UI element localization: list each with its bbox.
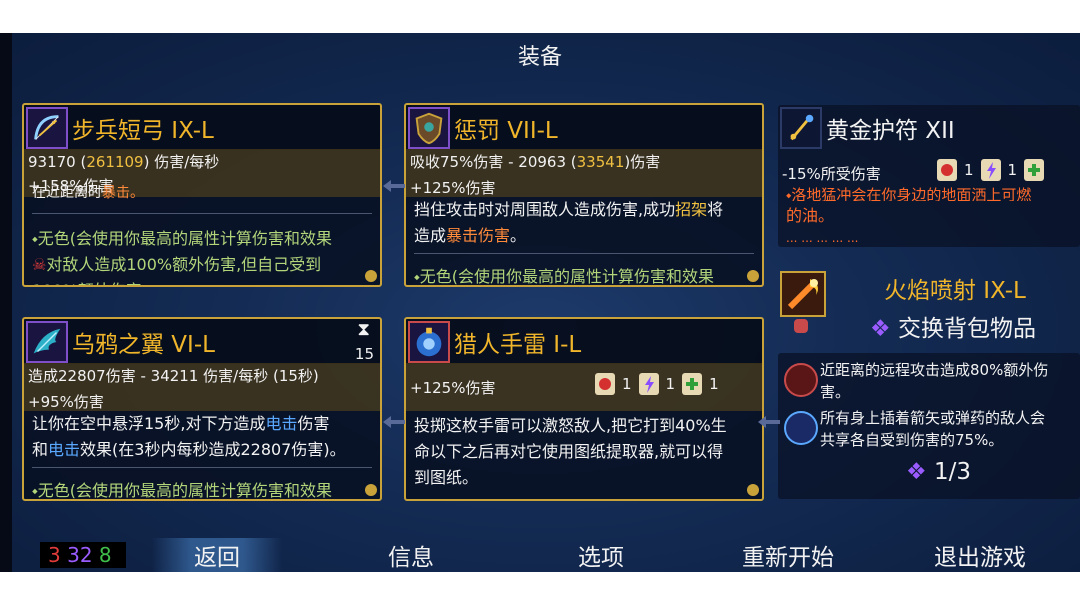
gold-corner-icon bbox=[747, 484, 759, 496]
item-bonus: +125%伤害 bbox=[410, 179, 496, 197]
swap-arrow-icon bbox=[383, 416, 405, 428]
item-name: 乌鸦之翼 VI-L bbox=[72, 332, 215, 358]
affix-colorless: ⬩无色(会使用你最高的属性计算伤害和效果 bbox=[32, 229, 333, 248]
skull-icon: ☠ bbox=[32, 255, 47, 274]
item-desc-clipped: 在近距离时暴击。 bbox=[32, 185, 144, 199]
item-name: 步兵短弓 IX-L bbox=[72, 118, 214, 144]
hourglass-icon: ⧗ bbox=[357, 319, 370, 340]
restart-button[interactable]: 重新开始 bbox=[742, 538, 834, 572]
mutation-desc-2: 所有身上插着箭矢或弹药的敌人会 共享各自受到伤害的75%。 bbox=[820, 409, 1046, 449]
skull-small-icon bbox=[794, 319, 808, 333]
weapon-card-punishment[interactable]: 惩罚 VII-L 吸收75%伤害 - 20963 (33541)伤害 +125%… bbox=[404, 103, 764, 287]
item-desc: 让你在空中悬浮15秒,对下方造成电击伤害 和电击效果(在3秒内每秒造成22807… bbox=[32, 414, 346, 459]
weapon-card-bow[interactable]: 步兵短弓 IX-L 93170 (261109) 伤害/每秒 +158%伤害 在… bbox=[22, 103, 382, 287]
brutality-scroll-icon bbox=[937, 159, 957, 181]
swap-arrow-icon bbox=[758, 416, 780, 428]
amulet-icon bbox=[780, 107, 822, 149]
tactics-count: 32 bbox=[67, 543, 93, 567]
affix-colorless: ⬩无色(会使用你最高的属性计算伤害和效果 bbox=[414, 267, 715, 286]
survival-count: 8 bbox=[98, 543, 112, 567]
item-dps: 93170 (261109) 伤害/每秒 bbox=[28, 153, 220, 171]
info-button[interactable]: 信息 bbox=[388, 538, 434, 572]
crow-wings-icon bbox=[26, 321, 68, 363]
skill-card-hunter-grenade[interactable]: 猎人手雷 I-L +125%伤害 1 1 1 投掷这枚手雷可以激怒敌人,把它打到… bbox=[404, 317, 764, 501]
game-screen: 装备 步兵短弓 IX-L 93170 (261109) 伤害/每秒 +158%伤… bbox=[0, 33, 1080, 572]
scroll-count: 1 bbox=[709, 375, 719, 393]
survival-scroll-icon bbox=[682, 373, 703, 395]
cooldown-value: 15 bbox=[354, 345, 374, 363]
back-button[interactable]: 返回 bbox=[152, 538, 282, 572]
options-button[interactable]: 选项 bbox=[578, 538, 624, 572]
item-desc: 投掷这枚手雷可以激怒敌人,把它打到40%生 命以下之后再对它使用图纸提取器,就可… bbox=[414, 416, 727, 487]
flamethrower-icon bbox=[780, 271, 826, 317]
tactics-scroll-icon bbox=[980, 159, 1001, 181]
item-name: 惩罚 VII-L bbox=[454, 118, 558, 144]
amulet-card[interactable]: 黄金护符 XII -15%所受伤害 1 1 ⬩洛地猛冲会在你身边的地面洒上可燃 … bbox=[778, 105, 1080, 247]
scroll-fragment-icon: ❖ bbox=[906, 459, 927, 485]
amulet-affix-clipped: ⬩洛地猛冲会在你身边的地面洒上可燃 bbox=[786, 187, 1032, 201]
shared-damage-mutation-icon[interactable] bbox=[784, 411, 818, 445]
divider bbox=[32, 213, 372, 214]
item-defense: -15%所受伤害 bbox=[782, 165, 881, 183]
scroll-count: 1 bbox=[665, 375, 676, 393]
mutations-panel: 近距离的远程攻击造成80%额外伤 害。 所有身上插着箭矢或弹药的敌人会 共享各自… bbox=[778, 353, 1080, 499]
item-name: 黄金护符 XII bbox=[826, 118, 955, 144]
shield-icon bbox=[408, 107, 450, 149]
divider bbox=[32, 467, 372, 468]
stat-counter: 3 32 8 bbox=[40, 542, 126, 568]
amulet-affix-line2: 的油。 bbox=[786, 206, 835, 225]
ranged-mutation-icon[interactable] bbox=[784, 363, 818, 397]
item-bonus: +125%伤害 bbox=[410, 379, 496, 397]
brutality-scroll-icon bbox=[595, 373, 615, 395]
item-dps: 造成22807伤害 - 34211 伤害/每秒 (15秒) bbox=[28, 367, 319, 385]
brutality-count: 3 bbox=[48, 543, 61, 567]
affix-extra-damage: ☠对敌人造成100%额外伤害,但自己受到 bbox=[32, 255, 322, 274]
affix-colorless: ⬩无色(会使用你最高的属性计算伤害和效果 bbox=[32, 481, 333, 500]
scroll-fragment-icon: ❖ bbox=[870, 316, 891, 342]
bow-icon bbox=[26, 107, 68, 149]
item-block-stat: 吸收75%伤害 - 20963 (33541)伤害 bbox=[410, 153, 661, 171]
amulet-affix-clipped2: ... ... ... ... ... bbox=[786, 233, 859, 243]
bottom-menu: 3 32 8 返回 信息 选项 重新开始 退出游戏 bbox=[0, 538, 1080, 572]
swap-hint: ❖ 交换背包物品 bbox=[870, 316, 1036, 342]
affix-clipped: 100%额外伤害 bbox=[32, 277, 142, 285]
item-desc: 挡住攻击时对周围敌人造成伤害,成功招架将 造成暴击伤害。 bbox=[414, 200, 724, 245]
swap-arrow-icon bbox=[383, 180, 405, 192]
quit-game-button[interactable]: 退出游戏 bbox=[934, 538, 1026, 572]
tactics-scroll-icon bbox=[638, 373, 659, 395]
scroll-count: 1 bbox=[622, 375, 632, 393]
item-bonus: +95%伤害 bbox=[28, 393, 104, 411]
divider bbox=[414, 253, 754, 254]
screen-edge bbox=[0, 33, 12, 572]
survival-scroll-icon bbox=[1024, 159, 1045, 181]
gold-corner-icon bbox=[747, 270, 759, 282]
gold-corner-icon bbox=[365, 484, 377, 496]
scroll-count: 1 bbox=[1007, 161, 1018, 179]
item-name: 猎人手雷 I-L bbox=[454, 332, 582, 358]
gold-corner-icon bbox=[365, 270, 377, 282]
mutation-desc-1: 近距离的远程攻击造成80%额外伤 害。 bbox=[820, 361, 1049, 401]
mutation-slots: ❖ 1/3 bbox=[906, 459, 971, 485]
grenade-scrolls: 1 1 1 bbox=[592, 369, 719, 399]
grenade-icon bbox=[408, 321, 450, 363]
skill-card-crow-wings[interactable]: 乌鸦之翼 VI-L ⧗ 15 造成22807伤害 - 34211 伤害/每秒 (… bbox=[22, 317, 382, 501]
amulet-scrolls: 1 1 bbox=[934, 155, 1047, 185]
flamethrower-slot[interactable]: 火焰喷射 IX-L ❖ 交换背包物品 bbox=[778, 269, 1080, 345]
item-name: 火焰喷射 IX-L bbox=[884, 278, 1026, 304]
page-title: 装备 bbox=[517, 45, 562, 70]
scroll-count: 1 bbox=[964, 161, 974, 179]
